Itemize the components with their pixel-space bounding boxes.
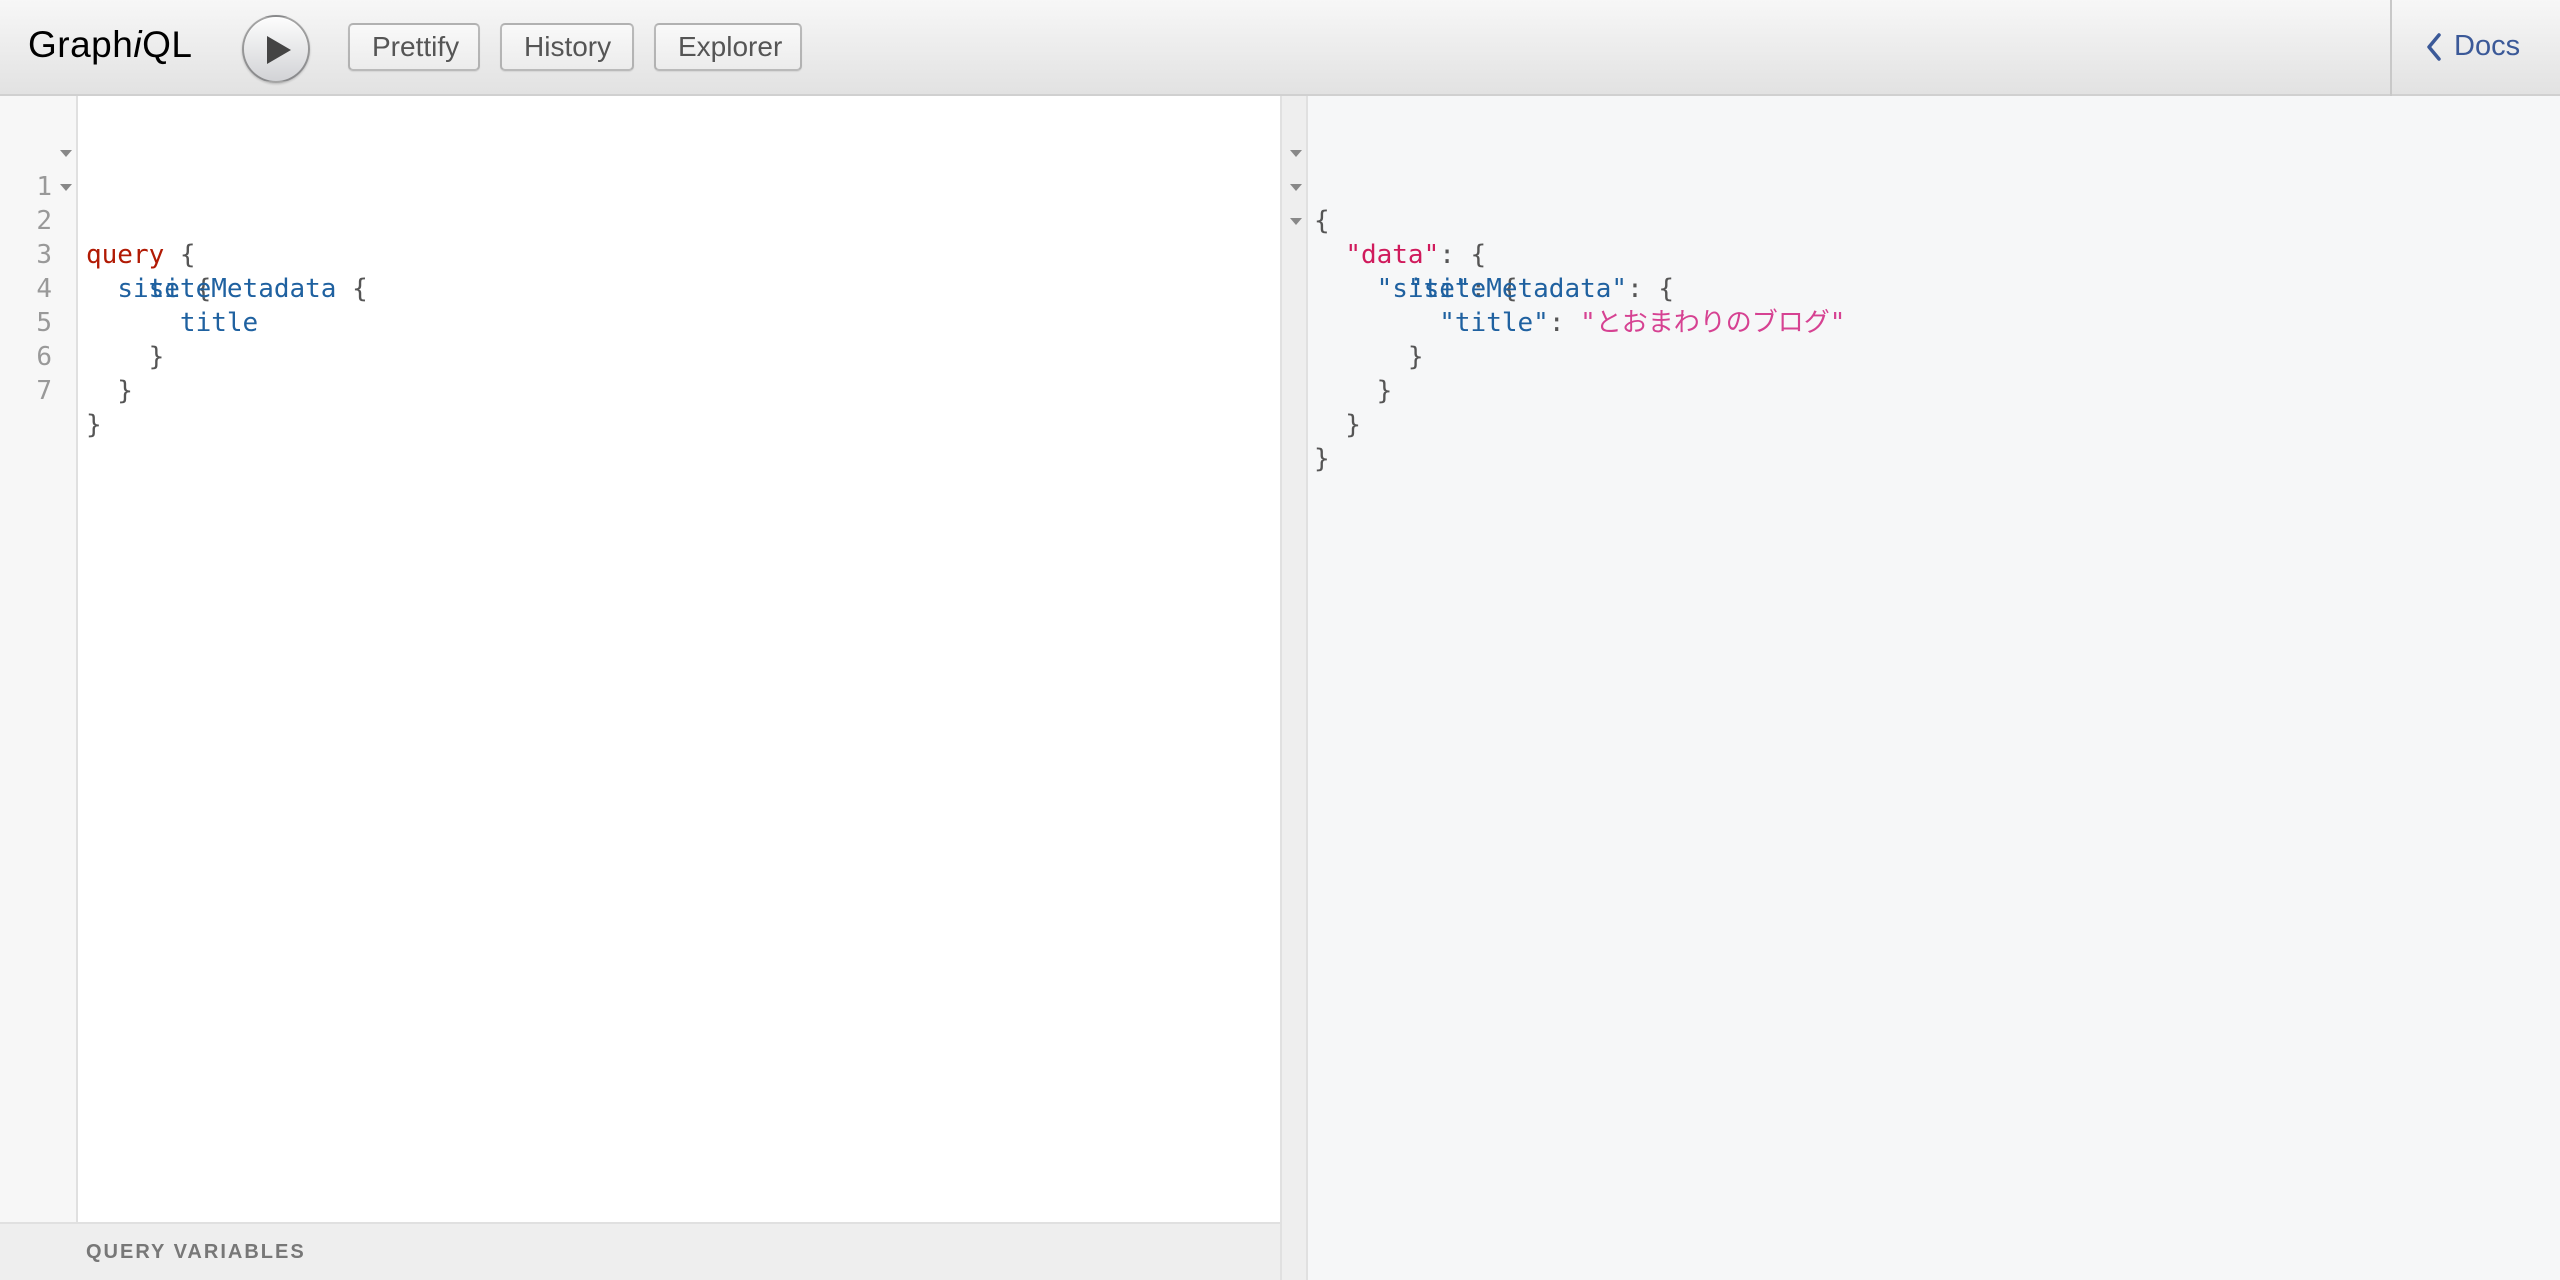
- punctuation: : {: [1439, 240, 1487, 270]
- json-key-title: "title": [1439, 308, 1549, 338]
- json-key-site-metadata: "siteMetadata": [1407, 274, 1628, 304]
- result-line: }: [1308, 374, 1402, 440]
- punctuation: }: [86, 410, 102, 440]
- field-title: title: [179, 308, 259, 338]
- punctuation: {: [336, 274, 368, 304]
- line-number: 7: [36, 376, 52, 406]
- code-line: 3 siteMetadata {: [0, 204, 367, 304]
- result-line: "title": "とおまわりのブログ": [1308, 272, 1845, 338]
- json-string-value: "とおまわりのブログ": [1580, 308, 1846, 338]
- result-code: { "data": { "site": { "siteMetadata": { …: [1290, 136, 1845, 474]
- fold-arrow-icon[interactable]: [1290, 184, 1302, 191]
- docs-panel-toggle: Docs: [2390, 0, 2560, 96]
- logo-italic: i: [133, 24, 143, 65]
- play-icon: [267, 36, 291, 64]
- fold-arrow-icon[interactable]: [1290, 218, 1302, 225]
- query-code[interactable]: 1 query { 2 site { 3 siteMetadata { 4 ti…: [0, 136, 368, 440]
- code-line: 5 }: [0, 272, 164, 372]
- code-line: 2 site {: [0, 170, 211, 304]
- result-viewer: { "data": { "site": { "siteMetadata": { …: [1290, 96, 2560, 1280]
- query-variables-title: QUERY VARIABLES: [86, 1241, 306, 1263]
- result-line: }: [1308, 340, 1402, 406]
- toolbar: GraphiQL Prettify History Explorer Docs: [0, 0, 2560, 96]
- explorer-button[interactable]: Explorer: [654, 23, 802, 71]
- punctuation: : {: [1627, 274, 1675, 304]
- logo-prefix: Graph: [28, 24, 134, 65]
- history-button[interactable]: History: [500, 23, 634, 71]
- result-line: }: [1308, 408, 1402, 474]
- pane-resize-handle[interactable]: [1280, 96, 1308, 1280]
- docs-button[interactable]: Docs: [2426, 30, 2520, 63]
- logo-suffix: QL: [142, 24, 193, 65]
- result-line: }: [1308, 306, 1424, 372]
- punctuation: {: [164, 240, 196, 270]
- query-keyword: query: [86, 240, 165, 270]
- fold-arrow-icon[interactable]: [60, 184, 72, 191]
- prettify-button[interactable]: Prettify: [348, 23, 480, 71]
- result-line: "site": {: [1290, 204, 1518, 304]
- fold-arrow-icon[interactable]: [60, 150, 72, 157]
- chevron-left-icon: [2427, 32, 2441, 61]
- punctuation: }: [1314, 444, 1330, 474]
- field-site-metadata: siteMetadata: [148, 274, 337, 304]
- punctuation: :: [1548, 308, 1581, 338]
- result-line: "siteMetadata": {: [1308, 238, 1674, 304]
- code-line: 1 query {: [0, 136, 196, 270]
- code-line: 4 title: [0, 238, 258, 338]
- code-line: 6 }: [0, 306, 133, 406]
- result-line: {: [1290, 136, 1402, 236]
- code-line: 7 }: [0, 340, 101, 440]
- execute-query-button[interactable]: [242, 15, 310, 83]
- query-variables-toggle[interactable]: QUERY VARIABLES: [0, 1222, 1280, 1280]
- result-line: "data": {: [1290, 170, 1486, 270]
- graphiql-logo: GraphiQL: [28, 24, 192, 66]
- fold-arrow-icon[interactable]: [1290, 150, 1302, 157]
- docs-label: Docs: [2454, 30, 2521, 62]
- query-editor[interactable]: 1 query { 2 site { 3 siteMetadata { 4 ti…: [0, 96, 1280, 1280]
- punctuation: }: [86, 342, 165, 372]
